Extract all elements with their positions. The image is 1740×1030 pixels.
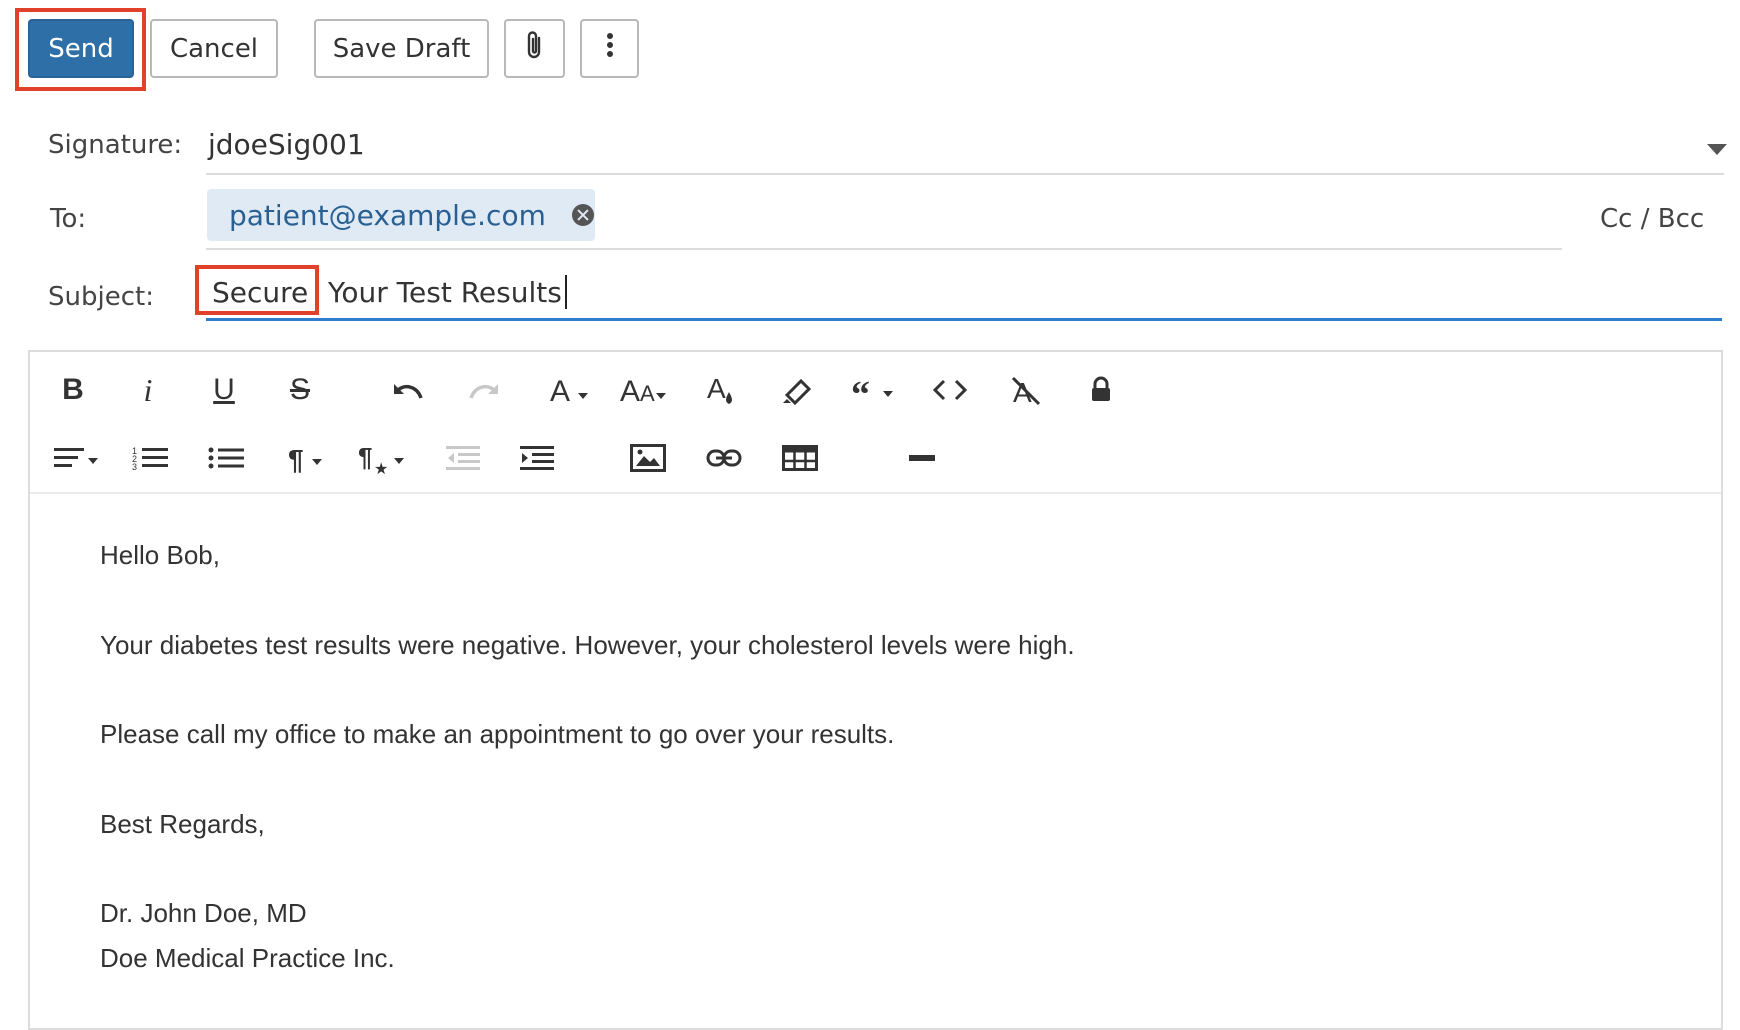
svg-text:A: A	[640, 381, 655, 406]
cancel-button[interactable]: Cancel	[150, 19, 278, 78]
remove-recipient-icon[interactable]	[571, 204, 594, 226]
bold-icon[interactable]: B	[45, 366, 101, 414]
send-button[interactable]: Send	[28, 19, 134, 78]
redo-icon[interactable]	[456, 366, 512, 414]
subject-input[interactable]: Your Test Results	[328, 276, 562, 309]
toolbar-divider	[30, 492, 1721, 494]
svg-text:“: “	[851, 375, 870, 405]
paragraph-style-icon[interactable]: ¶ ★	[356, 434, 412, 482]
signature-name: Dr. John Doe, MD	[100, 898, 307, 928]
horizontal-line-icon[interactable]	[894, 434, 950, 482]
align-icon[interactable]	[50, 434, 106, 482]
strike-glyph: S	[289, 373, 310, 406]
svg-text:¶: ¶	[358, 442, 372, 472]
code-view-icon[interactable]	[922, 366, 978, 414]
signature-underline	[206, 173, 1724, 175]
svg-text:★: ★	[374, 459, 388, 474]
paragraph-format-icon[interactable]: ¶	[282, 434, 338, 482]
recipient-email: patient@example.com	[229, 198, 546, 232]
signature-org: Doe Medical Practice Inc.	[100, 943, 395, 973]
recipient-chip[interactable]: patient@example.com	[207, 189, 595, 241]
svg-text:3: 3	[132, 462, 137, 471]
svg-text:¶: ¶	[288, 444, 304, 473]
quote-icon[interactable]: “	[846, 366, 902, 414]
subject-active-underline	[206, 318, 1722, 321]
paperclip-icon	[525, 30, 545, 67]
ordered-list-icon[interactable]: 123	[122, 434, 178, 482]
send-button-label: Send	[48, 33, 114, 64]
save-draft-button[interactable]: Save Draft	[314, 19, 489, 78]
subject-secure-tag: Secure	[212, 276, 309, 309]
signature-select-value[interactable]: jdoeSig001	[208, 128, 365, 161]
cancel-button-label: Cancel	[169, 33, 259, 64]
message-closing: Best Regards,	[100, 809, 265, 839]
insert-link-icon[interactable]	[696, 434, 752, 482]
to-underline	[206, 248, 1562, 250]
svg-text:A: A	[620, 375, 640, 407]
more-vertical-icon	[606, 32, 614, 65]
insert-table-icon[interactable]	[772, 434, 828, 482]
chevron-down-icon[interactable]	[1706, 142, 1728, 156]
underline-glyph: U	[213, 373, 235, 406]
subject-label: Subject:	[48, 282, 154, 312]
outdent-icon[interactable]	[436, 434, 492, 482]
to-label: To:	[50, 204, 87, 234]
highlight-icon[interactable]	[770, 366, 826, 414]
svg-text:A: A	[707, 373, 726, 404]
cc-bcc-link[interactable]: Cc / Bcc	[1600, 204, 1704, 234]
strikethrough-icon[interactable]: S	[272, 366, 328, 414]
attach-button[interactable]	[504, 19, 565, 78]
unordered-list-icon[interactable]	[198, 434, 254, 482]
indent-icon[interactable]	[510, 434, 566, 482]
message-editor[interactable]: B i U S A AA A “ A 123 ¶ ¶ ★ Hello Bob, …	[28, 350, 1723, 1030]
font-size-icon[interactable]: AA	[618, 366, 674, 414]
svg-text:A: A	[550, 375, 570, 407]
bold-glyph: B	[62, 373, 84, 406]
underline-icon[interactable]: U	[196, 366, 252, 414]
text-color-icon[interactable]: A	[694, 366, 750, 414]
italic-icon[interactable]: i	[120, 366, 176, 414]
message-line-1: Your diabetes test results were negative…	[100, 630, 1075, 660]
insert-image-icon[interactable]	[620, 434, 676, 482]
italic-glyph: i	[143, 371, 153, 408]
undo-icon[interactable]	[380, 366, 436, 414]
more-options-button[interactable]	[580, 19, 639, 78]
message-greeting: Hello Bob,	[100, 540, 220, 570]
signature-label: Signature:	[48, 130, 183, 160]
clear-formatting-icon[interactable]: A	[998, 366, 1054, 414]
save-draft-button-label: Save Draft	[332, 33, 471, 64]
lock-icon[interactable]	[1073, 366, 1129, 414]
text-cursor	[565, 275, 567, 309]
font-family-icon[interactable]: A	[544, 366, 600, 414]
message-line-2: Please call my office to make an appoint…	[100, 719, 895, 749]
